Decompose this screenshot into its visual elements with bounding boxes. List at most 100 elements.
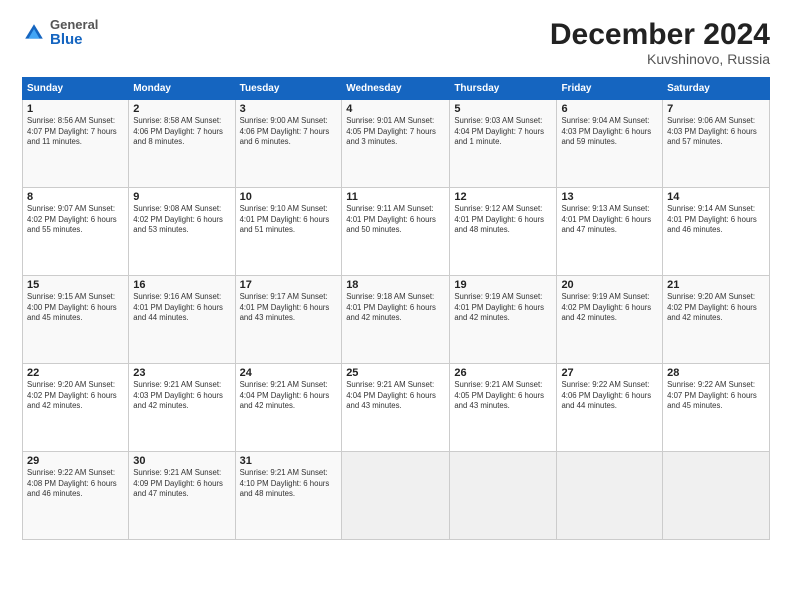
- col-saturday: Saturday: [663, 78, 770, 100]
- day-info: Sunrise: 8:56 AM Sunset: 4:07 PM Dayligh…: [27, 116, 124, 148]
- table-row: 18Sunrise: 9:18 AM Sunset: 4:01 PM Dayli…: [342, 276, 450, 364]
- table-row: 24Sunrise: 9:21 AM Sunset: 4:04 PM Dayli…: [235, 364, 342, 452]
- day-info: Sunrise: 9:01 AM Sunset: 4:05 PM Dayligh…: [346, 116, 445, 148]
- col-sunday: Sunday: [23, 78, 129, 100]
- table-row: 26Sunrise: 9:21 AM Sunset: 4:05 PM Dayli…: [450, 364, 557, 452]
- table-row: 3Sunrise: 9:00 AM Sunset: 4:06 PM Daylig…: [235, 100, 342, 188]
- day-number: 1: [27, 103, 124, 115]
- day-number: 13: [561, 191, 658, 203]
- day-number: 29: [27, 455, 124, 467]
- day-number: 24: [240, 367, 338, 379]
- table-row: 29Sunrise: 9:22 AM Sunset: 4:08 PM Dayli…: [23, 452, 129, 540]
- day-info: Sunrise: 9:00 AM Sunset: 4:06 PM Dayligh…: [240, 116, 338, 148]
- day-info: Sunrise: 9:21 AM Sunset: 4:04 PM Dayligh…: [346, 380, 445, 412]
- col-monday: Monday: [129, 78, 235, 100]
- logo: General Blue: [22, 18, 98, 49]
- day-info: Sunrise: 9:03 AM Sunset: 4:04 PM Dayligh…: [454, 116, 552, 148]
- table-row: 15Sunrise: 9:15 AM Sunset: 4:00 PM Dayli…: [23, 276, 129, 364]
- table-row: 1Sunrise: 8:56 AM Sunset: 4:07 PM Daylig…: [23, 100, 129, 188]
- header: General Blue December 2024 Kuvshinovo, R…: [22, 18, 770, 67]
- table-row: 10Sunrise: 9:10 AM Sunset: 4:01 PM Dayli…: [235, 188, 342, 276]
- table-row: 6Sunrise: 9:04 AM Sunset: 4:03 PM Daylig…: [557, 100, 663, 188]
- day-number: 28: [667, 367, 765, 379]
- day-info: Sunrise: 9:22 AM Sunset: 4:06 PM Dayligh…: [561, 380, 658, 412]
- day-number: 6: [561, 103, 658, 115]
- day-number: 9: [133, 191, 230, 203]
- day-info: Sunrise: 9:15 AM Sunset: 4:00 PM Dayligh…: [27, 292, 124, 324]
- logo-general: General: [50, 18, 98, 32]
- table-row: 13Sunrise: 9:13 AM Sunset: 4:01 PM Dayli…: [557, 188, 663, 276]
- col-tuesday: Tuesday: [235, 78, 342, 100]
- logo-icon: [22, 21, 46, 45]
- day-info: Sunrise: 9:19 AM Sunset: 4:02 PM Dayligh…: [561, 292, 658, 324]
- day-number: 21: [667, 279, 765, 291]
- day-number: 19: [454, 279, 552, 291]
- day-info: Sunrise: 9:21 AM Sunset: 4:10 PM Dayligh…: [240, 468, 338, 500]
- table-row: 31Sunrise: 9:21 AM Sunset: 4:10 PM Dayli…: [235, 452, 342, 540]
- table-row: 23Sunrise: 9:21 AM Sunset: 4:03 PM Dayli…: [129, 364, 235, 452]
- day-info: Sunrise: 9:16 AM Sunset: 4:01 PM Dayligh…: [133, 292, 230, 324]
- table-row: 11Sunrise: 9:11 AM Sunset: 4:01 PM Dayli…: [342, 188, 450, 276]
- page: General Blue December 2024 Kuvshinovo, R…: [0, 0, 792, 612]
- day-number: 11: [346, 191, 445, 203]
- logo-blue: Blue: [50, 32, 98, 49]
- table-row: 12Sunrise: 9:12 AM Sunset: 4:01 PM Dayli…: [450, 188, 557, 276]
- day-number: 18: [346, 279, 445, 291]
- calendar-table: Sunday Monday Tuesday Wednesday Thursday…: [22, 77, 770, 540]
- day-info: Sunrise: 9:12 AM Sunset: 4:01 PM Dayligh…: [454, 204, 552, 236]
- table-row: 5Sunrise: 9:03 AM Sunset: 4:04 PM Daylig…: [450, 100, 557, 188]
- day-info: Sunrise: 9:21 AM Sunset: 4:03 PM Dayligh…: [133, 380, 230, 412]
- col-friday: Friday: [557, 78, 663, 100]
- day-info: Sunrise: 9:17 AM Sunset: 4:01 PM Dayligh…: [240, 292, 338, 324]
- day-number: 16: [133, 279, 230, 291]
- day-info: Sunrise: 9:14 AM Sunset: 4:01 PM Dayligh…: [667, 204, 765, 236]
- table-row: 28Sunrise: 9:22 AM Sunset: 4:07 PM Dayli…: [663, 364, 770, 452]
- day-info: Sunrise: 9:21 AM Sunset: 4:09 PM Dayligh…: [133, 468, 230, 500]
- day-number: 10: [240, 191, 338, 203]
- day-info: Sunrise: 9:21 AM Sunset: 4:04 PM Dayligh…: [240, 380, 338, 412]
- day-info: Sunrise: 9:20 AM Sunset: 4:02 PM Dayligh…: [27, 380, 124, 412]
- table-row: 30Sunrise: 9:21 AM Sunset: 4:09 PM Dayli…: [129, 452, 235, 540]
- day-info: Sunrise: 9:22 AM Sunset: 4:07 PM Dayligh…: [667, 380, 765, 412]
- table-row: 8Sunrise: 9:07 AM Sunset: 4:02 PM Daylig…: [23, 188, 129, 276]
- table-row: 27Sunrise: 9:22 AM Sunset: 4:06 PM Dayli…: [557, 364, 663, 452]
- day-info: Sunrise: 9:20 AM Sunset: 4:02 PM Dayligh…: [667, 292, 765, 324]
- day-info: Sunrise: 8:58 AM Sunset: 4:06 PM Dayligh…: [133, 116, 230, 148]
- day-number: 20: [561, 279, 658, 291]
- day-info: Sunrise: 9:19 AM Sunset: 4:01 PM Dayligh…: [454, 292, 552, 324]
- table-row: [663, 452, 770, 540]
- calendar-title: December 2024: [550, 18, 770, 51]
- day-number: 15: [27, 279, 124, 291]
- day-info: Sunrise: 9:18 AM Sunset: 4:01 PM Dayligh…: [346, 292, 445, 324]
- day-number: 26: [454, 367, 552, 379]
- table-row: 2Sunrise: 8:58 AM Sunset: 4:06 PM Daylig…: [129, 100, 235, 188]
- day-info: Sunrise: 9:13 AM Sunset: 4:01 PM Dayligh…: [561, 204, 658, 236]
- table-row: 25Sunrise: 9:21 AM Sunset: 4:04 PM Dayli…: [342, 364, 450, 452]
- col-wednesday: Wednesday: [342, 78, 450, 100]
- day-info: Sunrise: 9:07 AM Sunset: 4:02 PM Dayligh…: [27, 204, 124, 236]
- calendar-subtitle: Kuvshinovo, Russia: [550, 51, 770, 67]
- day-number: 5: [454, 103, 552, 115]
- table-row: 17Sunrise: 9:17 AM Sunset: 4:01 PM Dayli…: [235, 276, 342, 364]
- day-info: Sunrise: 9:21 AM Sunset: 4:05 PM Dayligh…: [454, 380, 552, 412]
- day-number: 17: [240, 279, 338, 291]
- day-info: Sunrise: 9:04 AM Sunset: 4:03 PM Dayligh…: [561, 116, 658, 148]
- day-number: 7: [667, 103, 765, 115]
- day-number: 25: [346, 367, 445, 379]
- col-thursday: Thursday: [450, 78, 557, 100]
- title-block: December 2024 Kuvshinovo, Russia: [550, 18, 770, 67]
- table-row: 19Sunrise: 9:19 AM Sunset: 4:01 PM Dayli…: [450, 276, 557, 364]
- day-number: 14: [667, 191, 765, 203]
- day-number: 22: [27, 367, 124, 379]
- day-number: 3: [240, 103, 338, 115]
- table-row: 7Sunrise: 9:06 AM Sunset: 4:03 PM Daylig…: [663, 100, 770, 188]
- table-row: 16Sunrise: 9:16 AM Sunset: 4:01 PM Dayli…: [129, 276, 235, 364]
- table-row: 20Sunrise: 9:19 AM Sunset: 4:02 PM Dayli…: [557, 276, 663, 364]
- table-row: [557, 452, 663, 540]
- day-number: 2: [133, 103, 230, 115]
- day-info: Sunrise: 9:06 AM Sunset: 4:03 PM Dayligh…: [667, 116, 765, 148]
- day-number: 30: [133, 455, 230, 467]
- table-row: 22Sunrise: 9:20 AM Sunset: 4:02 PM Dayli…: [23, 364, 129, 452]
- table-row: [450, 452, 557, 540]
- day-number: 27: [561, 367, 658, 379]
